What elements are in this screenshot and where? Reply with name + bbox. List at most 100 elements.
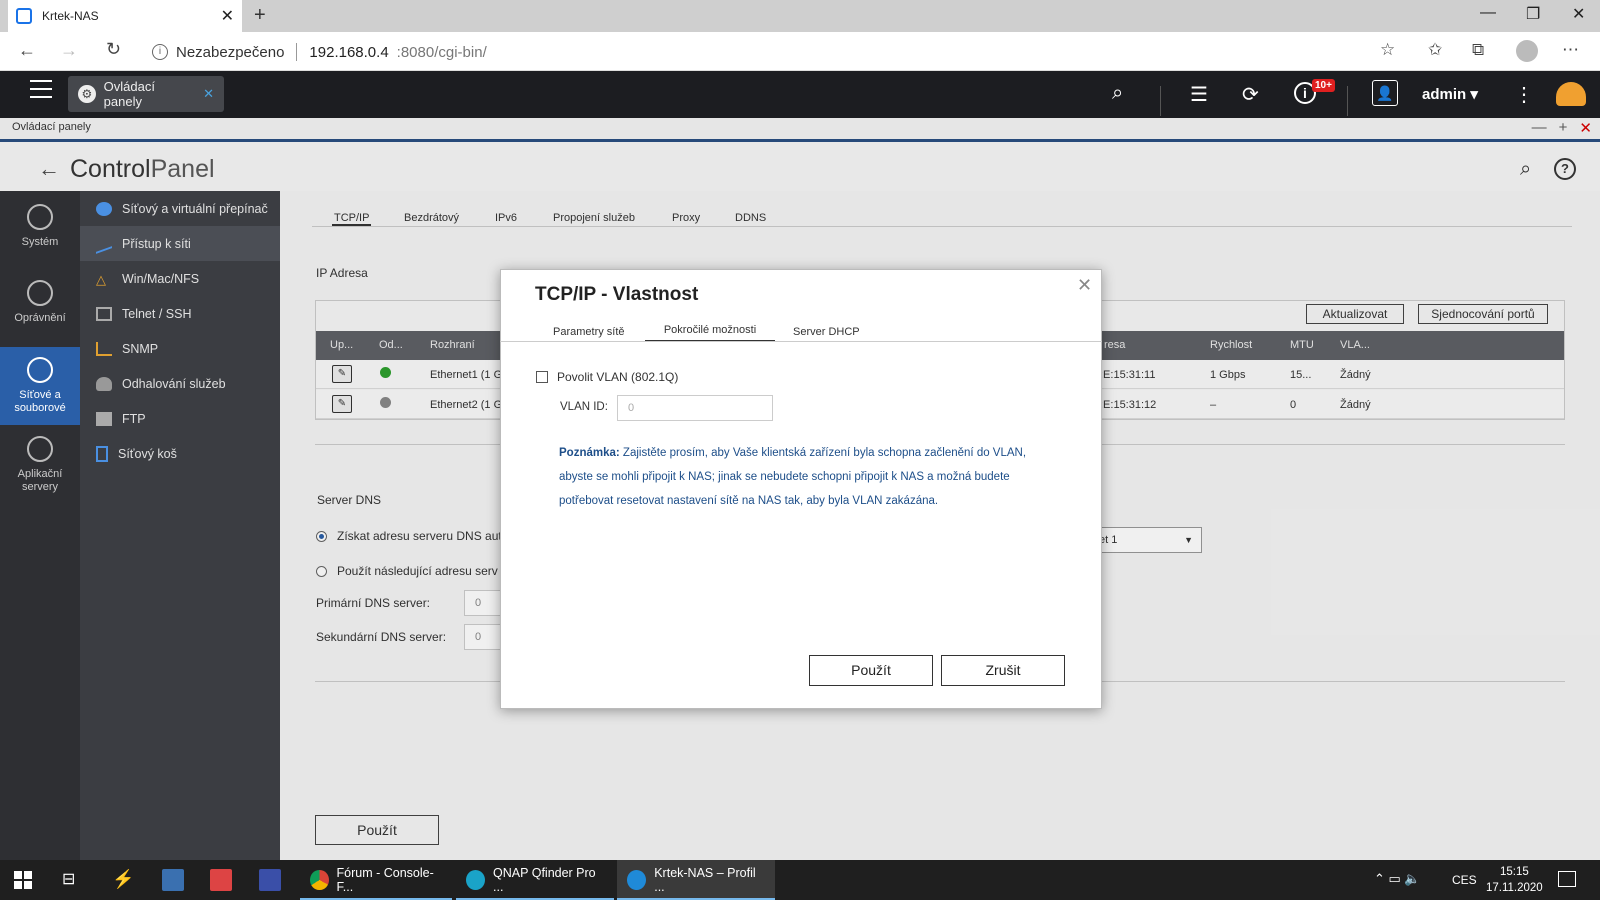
taskbar-app-edge[interactable]: Krtek-NAS – Profil ... (617, 860, 775, 900)
task-view-icon[interactable]: ⊟ (62, 869, 84, 891)
mail-icon[interactable] (210, 869, 232, 891)
folder-icon (96, 411, 112, 426)
qnap-favicon-icon (16, 8, 32, 24)
rail-item-permissions[interactable]: Oprávnění (0, 280, 80, 340)
user-name: admin (1422, 86, 1467, 103)
window-controls: — + ✕ (1532, 119, 1592, 137)
new-tab-icon[interactable]: + (254, 4, 266, 27)
chart-icon (96, 341, 112, 356)
action-center-icon[interactable] (1558, 871, 1576, 887)
divider (1347, 86, 1348, 116)
reload-icon[interactable]: ↻ (106, 39, 121, 60)
url-field[interactable]: i Nezabezpečeno 192.168.0.4 :8080/cgi-bin… (152, 40, 487, 64)
divider (1160, 86, 1161, 116)
forward-icon[interactable]: → (60, 40, 78, 61)
minimize-icon[interactable]: — (1532, 119, 1547, 137)
notification-badge: 10+ (1312, 79, 1335, 92)
more-options-icon[interactable]: ⋮ (1514, 82, 1534, 107)
globe-icon (27, 357, 53, 383)
dialog-cancel-button[interactable]: Zrušit (941, 655, 1065, 686)
browser-tab-title: Krtek-NAS (42, 9, 99, 23)
tab-advanced-options[interactable]: Pokročilé možnosti (645, 324, 775, 342)
collections-icon[interactable]: ⧉ (1472, 40, 1484, 60)
taskbar-app-qfinder[interactable]: QNAP Qfinder Pro ... (456, 860, 614, 900)
dialog-title: TCP/IP - Vlastnost (535, 284, 699, 305)
taskbar-app-chrome[interactable]: Fórum - Console-F... (300, 860, 452, 900)
submenu-win-mac-nfs[interactable]: △ Win/Mac/NFS (80, 261, 280, 296)
triangle-icon: △ (96, 271, 106, 287)
close-icon[interactable]: ✕ (203, 86, 214, 102)
control-panel-header (0, 142, 1600, 191)
sync-icon[interactable]: ⟳ (1242, 82, 1259, 107)
favorites-icon[interactable]: ✩ (1428, 40, 1442, 60)
windows-start-icon[interactable] (14, 871, 32, 889)
restore-icon[interactable]: ❐ (1526, 4, 1540, 24)
search-icon[interactable]: ⌕ (1520, 158, 1531, 181)
tab-dhcp-server[interactable]: Server DHCP (793, 326, 860, 338)
favorite-star-icon[interactable]: ☆ (1380, 40, 1395, 60)
dashboard-icon[interactable] (1556, 82, 1586, 106)
divider (500, 341, 1102, 342)
submenu-network-access[interactable]: Přístup k síti (80, 226, 280, 261)
back-arrow-icon[interactable]: ← (38, 156, 60, 182)
back-icon[interactable]: ← (18, 40, 36, 61)
user-icon[interactable]: 👤 (1372, 80, 1398, 106)
tasks-icon[interactable]: ☰ (1190, 82, 1208, 107)
edge-icon (627, 870, 647, 890)
help-icon[interactable]: ? (1554, 158, 1576, 180)
save-disk-icon[interactable] (259, 869, 281, 891)
profile-avatar[interactable] (1516, 40, 1538, 62)
terminal-icon (96, 306, 112, 321)
window-title: Ovládací panely (0, 118, 1600, 139)
calculator-icon[interactable] (162, 869, 184, 891)
submenu-ftp[interactable]: FTP (80, 401, 280, 436)
url-host: 192.168.0.4 (309, 43, 389, 61)
browser-tab[interactable]: Krtek-NAS ✕ (8, 0, 242, 32)
clock[interactable]: 15:15 17.11.2020 (1486, 864, 1543, 896)
url-path: :8080/cgi-bin/ (396, 43, 487, 61)
vlan-id-label: VLAN ID: (560, 401, 608, 413)
network-switch-icon (96, 201, 112, 216)
gear-icon (27, 204, 53, 230)
system-tray-icons[interactable]: ⌃ ▭ 🔈 (1374, 871, 1421, 887)
pinned-app-icon[interactable]: ⚡ (112, 869, 134, 891)
minimize-icon[interactable]: — (1480, 4, 1496, 22)
search-icon[interactable]: ⌕ (1112, 82, 1123, 105)
submenu-snmp[interactable]: SNMP (80, 331, 280, 366)
network-access-icon (96, 233, 112, 254)
qts-top-bar (0, 71, 1600, 118)
close-window-icon[interactable]: ✕ (1572, 4, 1585, 24)
gear-icon: ⚙ (78, 85, 96, 103)
close-icon[interactable]: ✕ (1579, 119, 1592, 137)
rail-item-apps[interactable]: Aplikační servery (0, 436, 80, 506)
language-indicator[interactable]: CES (1452, 873, 1477, 887)
close-tab-icon[interactable]: ✕ (221, 6, 234, 26)
vlan-id-field[interactable]: 0 (617, 395, 773, 421)
tab-network-params[interactable]: Parametry sítě (553, 326, 625, 338)
vlan-checkbox-label: Povolit VLAN (802.1Q) (557, 370, 679, 384)
discovery-icon (96, 376, 112, 391)
submenu-recycle-bin[interactable]: Síťový koš (80, 436, 280, 471)
submenu-telnet-ssh[interactable]: Telnet / SSH (80, 296, 280, 331)
taskbar (0, 860, 1600, 900)
time: 15:15 (1499, 866, 1529, 878)
app-tab-label: Ovládací panely (103, 79, 155, 109)
more-icon[interactable]: ⋯ (1562, 40, 1579, 60)
chrome-icon (310, 870, 329, 890)
app-tab-control-panel[interactable]: ⚙ Ovládací panely ✕ (68, 76, 224, 112)
dialog-apply-button[interactable]: Použít (809, 655, 933, 686)
vlan-checkbox[interactable] (536, 371, 548, 383)
close-icon[interactable]: ✕ (1077, 275, 1092, 296)
security-label: Nezabezpečeno (176, 43, 285, 61)
submenu-service-discovery[interactable]: Odhalování služeb (80, 366, 280, 401)
maximize-icon[interactable]: + (1559, 119, 1568, 137)
rail-item-network[interactable]: Síťové a souborové (0, 347, 80, 425)
info-icon[interactable]: i (152, 44, 168, 60)
menu-icon[interactable] (30, 80, 52, 98)
rail-item-system[interactable]: Systém (0, 204, 80, 264)
page-title: ControlPanel (70, 155, 215, 183)
recycle-bin-icon (96, 445, 108, 462)
submenu-network-switch[interactable]: Síťový a virtuální přepínač (80, 191, 280, 226)
vlan-note: Poznámka: Zajistěte prosím, aby Vaše kli… (559, 447, 1027, 507)
user-menu[interactable]: admin ▾ (1422, 85, 1478, 103)
